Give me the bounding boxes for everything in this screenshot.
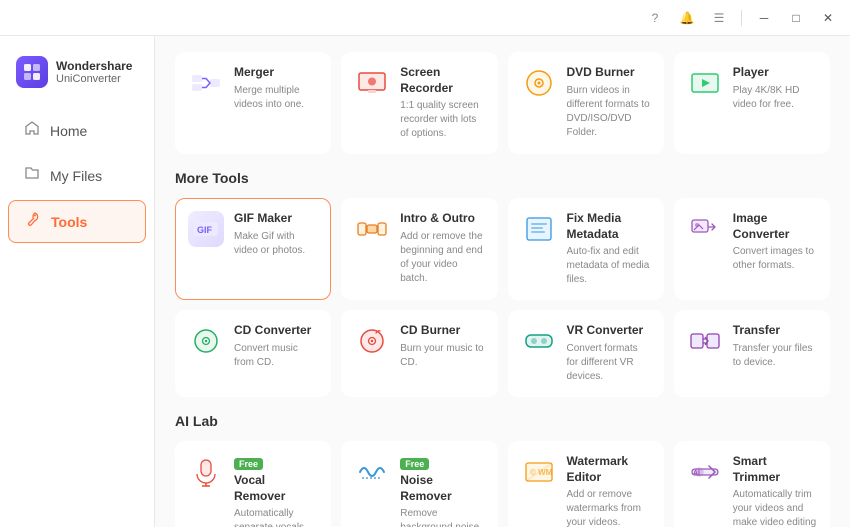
tool-card-dvd-burner[interactable]: DVD Burner Burn videos in different form… [508,52,664,154]
player-info: Player Play 4K/8K HD video for free. [733,65,817,112]
screen-recorder-icon [354,65,390,101]
window-controls: ? 🔔 ☰ ─ □ ✕ [641,7,842,29]
divider [741,10,742,26]
sidebar-item-myfiles[interactable]: My Files [8,155,146,196]
app-layout: Wondershare UniConverter Home My Files T… [0,36,850,527]
sidebar-item-home[interactable]: Home [8,110,146,151]
tool-card-transfer[interactable]: Transfer Transfer your files to device. [674,310,830,397]
tool-card-cd-converter[interactable]: CD Converter Convert music from CD. [175,310,331,397]
more-tools-grid: GIF GIF Maker Make Gif with video or pho… [175,198,830,397]
maximize-button[interactable]: □ [782,7,810,29]
tool-card-vocal-remover[interactable]: Free Vocal Remover Automatically separat… [175,441,331,527]
vocal-remover-info: Free Vocal Remover Automatically separat… [234,454,318,527]
ai-lab-title: AI Lab [175,413,830,429]
tools-icon [25,211,41,232]
dvd-burner-icon [521,65,557,101]
tool-card-image-converter[interactable]: Image Converter Convert images to other … [674,198,830,300]
svg-text:AI: AI [693,470,700,477]
merger-info: Merger Merge multiple videos into one. [234,65,318,112]
fix-metadata-info: Fix Media Metadata Auto-fix and edit met… [567,211,651,287]
cd-converter-icon [188,323,224,359]
fix-metadata-icon [521,211,557,247]
myfiles-label: My Files [50,168,102,184]
close-button[interactable]: ✕ [814,7,842,29]
gif-maker-icon: GIF [188,211,224,247]
tool-card-watermark-editor[interactable]: © WM Watermark Editor Add or remove wate… [508,441,664,527]
logo-icon [16,56,48,88]
more-tools-title: More Tools [175,170,830,186]
minimize-button[interactable]: ─ [750,7,778,29]
main-content: Merger Merge multiple videos into one. S… [155,36,850,527]
sidebar: Wondershare UniConverter Home My Files T… [0,36,155,527]
tool-card-player[interactable]: Player Play 4K/8K HD video for free. [674,52,830,154]
noise-remover-badge: Free [400,458,429,470]
tool-card-smart-trimmer[interactable]: AI Smart Trimmer Automatically trim your… [674,441,830,527]
app-logo: Wondershare UniConverter [0,48,154,108]
svg-text:GIF: GIF [197,225,213,235]
smart-trimmer-icon: AI [687,454,723,490]
ai-lab-grid: Free Vocal Remover Automatically separat… [175,441,830,527]
merger-icon [188,65,224,101]
myfiles-icon [24,165,40,186]
cd-converter-info: CD Converter Convert music from CD. [234,323,318,370]
screen-recorder-info: Screen Recorder 1:1 quality screen recor… [400,65,484,141]
home-label: Home [50,123,87,139]
gif-maker-info: GIF Maker Make Gif with video or photos. [234,211,318,258]
logo-text: Wondershare UniConverter [56,59,132,85]
top-tools-grid: Merger Merge multiple videos into one. S… [175,52,830,154]
vocal-remover-badge: Free [234,458,263,470]
watermark-editor-info: Watermark Editor Add or remove watermark… [567,454,651,527]
noise-remover-info: Free Noise Remover Remove background noi… [400,454,484,527]
noise-remover-icon [354,454,390,490]
vocal-remover-icon [188,454,224,490]
intro-outro-info: Intro & Outro Add or remove the beginnin… [400,211,484,286]
tool-card-cd-burner[interactable]: CD Burner Burn your music to CD. [341,310,497,397]
tool-card-screen-recorder[interactable]: Screen Recorder 1:1 quality screen recor… [341,52,497,154]
watermark-editor-icon: © WM [521,454,557,490]
tool-card-gif-maker[interactable]: GIF GIF Maker Make Gif with video or pho… [175,198,331,300]
tool-card-intro-outro[interactable]: Intro & Outro Add or remove the beginnin… [341,198,497,300]
tool-card-noise-remover[interactable]: Free Noise Remover Remove background noi… [341,441,497,527]
sidebar-item-tools[interactable]: Tools [8,200,146,243]
player-icon [687,65,723,101]
smart-trimmer-info: Smart Trimmer Automatically trim your vi… [733,454,817,527]
tool-card-vr-converter[interactable]: VR Converter Convert formats for differe… [508,310,664,397]
tools-label: Tools [51,214,87,230]
help-button[interactable]: ? [641,7,669,29]
notifications-button[interactable]: 🔔 [673,7,701,29]
image-converter-info: Image Converter Convert images to other … [733,211,817,273]
transfer-info: Transfer Transfer your files to device. [733,323,817,370]
cd-burner-icon [354,323,390,359]
vr-converter-icon [521,323,557,359]
titlebar: ? 🔔 ☰ ─ □ ✕ [0,0,850,36]
cd-burner-info: CD Burner Burn your music to CD. [400,323,484,370]
intro-outro-icon [354,211,390,247]
transfer-icon [687,323,723,359]
vr-converter-info: VR Converter Convert formats for differe… [567,323,651,384]
menu-button[interactable]: ☰ [705,7,733,29]
image-converter-icon [687,211,723,247]
home-icon [24,120,40,141]
dvd-burner-info: DVD Burner Burn videos in different form… [567,65,651,140]
tool-card-merger[interactable]: Merger Merge multiple videos into one. [175,52,331,154]
tool-card-fix-metadata[interactable]: Fix Media Metadata Auto-fix and edit met… [508,198,664,300]
